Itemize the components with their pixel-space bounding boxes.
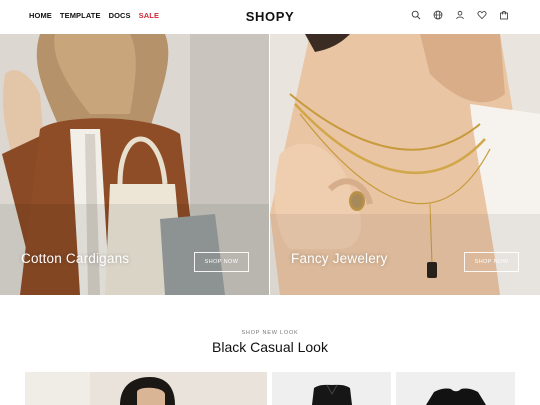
section-title: Black Casual Look [212, 339, 328, 355]
hero-caption-jewelry: Fancy Jewelery [291, 251, 388, 266]
hero-panel-jewelry[interactable]: Fancy Jewelery SHOP NOW [270, 34, 540, 295]
heart-icon[interactable] [477, 10, 487, 20]
user-icon[interactable] [455, 10, 465, 20]
site-header: HOME TEMPLATE DOCS SALE SHOPY [0, 0, 540, 34]
search-icon[interactable] [411, 10, 421, 20]
hero-panel-cardigans[interactable]: Cotton Cardigans SHOP NOW [0, 34, 269, 295]
shop-now-button-cardigans[interactable]: SHOP NOW [194, 252, 249, 272]
look-photo [25, 372, 267, 405]
black-jacket-photo [272, 372, 391, 405]
black-tee-photo [396, 372, 515, 405]
section-eyebrow: SHOP NEW LOOK [241, 330, 299, 336]
product-card-black-jacket[interactable] [272, 372, 391, 405]
product-card-black-tee[interactable] [396, 372, 515, 405]
hero-banner: Cotton Cardigans SHOP NOW Fancy Jewelery… [0, 34, 540, 295]
hero-caption-cardigans: Cotton Cardigans [21, 251, 130, 266]
shop-now-button-jewelry[interactable]: SHOP NOW [464, 252, 519, 272]
product-grid [25, 372, 515, 405]
product-card-look-photo[interactable] [25, 372, 267, 405]
globe-icon[interactable] [433, 10, 443, 20]
header-icons [411, 10, 509, 20]
bag-icon[interactable] [499, 10, 509, 20]
